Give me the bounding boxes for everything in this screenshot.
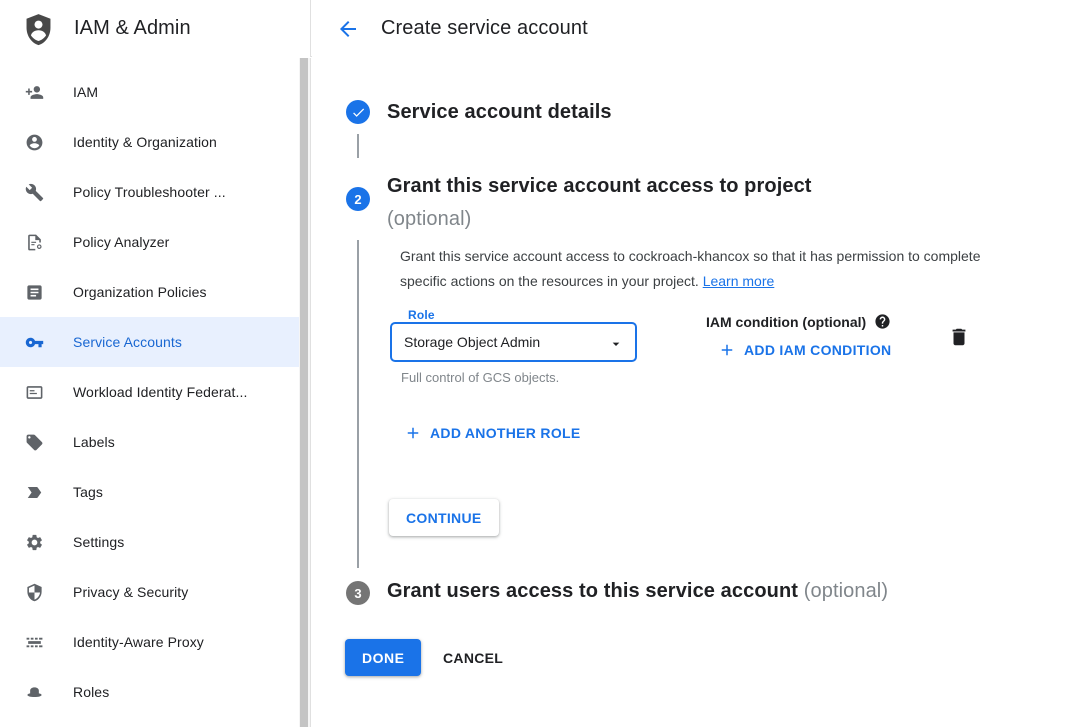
privacy-shield-icon bbox=[25, 583, 44, 602]
role-select[interactable]: Storage Object Admin bbox=[390, 322, 637, 362]
step3-title-text: Grant users access to this service accou… bbox=[387, 580, 798, 602]
sidebar-item-label: Organization Policies bbox=[73, 284, 207, 300]
step2-optional-label: (optional) bbox=[387, 203, 987, 236]
delete-role-button[interactable] bbox=[948, 326, 970, 348]
step-connector bbox=[357, 240, 359, 568]
product-title: IAM & Admin bbox=[74, 17, 191, 40]
iam-condition-label-row: IAM condition (optional) bbox=[706, 313, 891, 330]
person-add-icon bbox=[25, 83, 44, 102]
roles-hat-icon bbox=[25, 683, 44, 702]
proxy-icon bbox=[25, 633, 44, 652]
iam-condition-label: IAM condition (optional) bbox=[706, 314, 866, 330]
cancel-button[interactable]: CANCEL bbox=[427, 639, 519, 676]
label-icon bbox=[25, 433, 44, 452]
step-connector bbox=[357, 134, 359, 158]
workload-identity-card-icon bbox=[25, 383, 44, 402]
sidebar-item-iam[interactable]: IAM bbox=[0, 67, 299, 117]
plus-icon bbox=[404, 424, 422, 442]
sidebar-item-roles[interactable]: Roles bbox=[0, 667, 299, 717]
learn-more-link[interactable]: Learn more bbox=[703, 273, 775, 289]
sidebar-scrollbar[interactable] bbox=[299, 58, 310, 727]
sidebar-item-policy-troubleshooter[interactable]: Policy Troubleshooter ... bbox=[0, 167, 299, 217]
step2-description: Grant this service account access to coc… bbox=[400, 244, 982, 294]
service-account-key-icon bbox=[25, 333, 44, 352]
sidebar-item-label: Labels bbox=[73, 434, 115, 450]
sidebar-item-label: Workload Identity Federat... bbox=[73, 384, 248, 400]
sidebar-item-label: Settings bbox=[73, 534, 124, 550]
sidebar-nav-list: IAM Identity & Organization Policy Trouble… bbox=[0, 67, 299, 717]
role-select-value: Storage Object Admin bbox=[404, 334, 540, 350]
sidebar-item-policy-analyzer[interactable]: Policy Analyzer bbox=[0, 217, 299, 267]
add-another-role-button[interactable]: ADD ANOTHER ROLE bbox=[404, 424, 581, 442]
sidebar-item-service-accounts[interactable]: Service Accounts bbox=[0, 317, 299, 367]
step2-title: Grant this service account access to pro… bbox=[387, 170, 987, 236]
sidebar-item-privacy-security[interactable]: Privacy & Security bbox=[0, 567, 299, 617]
sidebar-item-workload-identity-federat[interactable]: Workload Identity Federat... bbox=[0, 367, 299, 417]
arrow-back-icon bbox=[336, 17, 360, 41]
sidebar-item-label: Roles bbox=[73, 684, 109, 700]
sidebar-item-label: Policy Analyzer bbox=[73, 234, 169, 250]
sidebar-scrollbar-thumb[interactable] bbox=[300, 58, 308, 727]
product-header: IAM & Admin bbox=[0, 0, 311, 57]
sidebar-item-tags[interactable]: Tags bbox=[0, 467, 299, 517]
continue-button[interactable]: CONTINUE bbox=[389, 499, 499, 536]
step3-number-indicator: 3 bbox=[346, 581, 370, 605]
sidebar-item-label: Identity-Aware Proxy bbox=[73, 634, 204, 650]
sidebar-item-label: IAM bbox=[73, 84, 98, 100]
trash-icon bbox=[948, 326, 970, 348]
sidebar-item-identity-aware-proxy[interactable]: Identity-Aware Proxy bbox=[0, 617, 299, 667]
sidebar-item-label: Privacy & Security bbox=[73, 584, 188, 600]
sidebar-item-label: Policy Troubleshooter ... bbox=[73, 184, 226, 200]
plus-icon bbox=[718, 341, 736, 359]
policy-analyzer-icon bbox=[25, 233, 44, 252]
step3-number: 3 bbox=[354, 586, 361, 601]
top-bar: IAM & Admin Create service account bbox=[0, 0, 1081, 57]
sidebar-item-identity-organization[interactable]: Identity & Organization bbox=[0, 117, 299, 167]
add-another-role-label: ADD ANOTHER ROLE bbox=[430, 425, 581, 441]
iam-shield-logo-icon bbox=[22, 10, 55, 48]
back-button[interactable] bbox=[336, 17, 360, 41]
wrench-icon bbox=[25, 183, 44, 202]
sidebar-item-settings[interactable]: Settings bbox=[0, 517, 299, 567]
sidebar-item-organization-policies[interactable]: Organization Policies bbox=[0, 267, 299, 317]
step1-complete-indicator bbox=[346, 100, 370, 124]
page-header: Create service account bbox=[312, 0, 1081, 57]
step3-optional-label: (optional) bbox=[804, 580, 888, 602]
step2-number: 2 bbox=[354, 192, 361, 207]
create-service-account-panel: Service account details 2 Grant this ser… bbox=[312, 58, 1081, 727]
sidebar-item-label: Identity & Organization bbox=[73, 134, 217, 150]
role-helper-text: Full control of GCS objects. bbox=[401, 370, 559, 385]
identity-person-icon bbox=[25, 133, 44, 152]
done-button[interactable]: DONE bbox=[345, 639, 421, 676]
help-icon[interactable] bbox=[874, 313, 891, 330]
step2-title-text: Grant this service account access to pro… bbox=[387, 175, 812, 197]
step1-title: Service account details bbox=[387, 101, 612, 124]
step2-description-text: Grant this service account access to coc… bbox=[400, 248, 981, 289]
dropdown-arrow-icon bbox=[608, 336, 624, 352]
step3-title: Grant users access to this service accou… bbox=[387, 580, 888, 603]
org-policies-doc-icon bbox=[25, 283, 44, 302]
sidebar: IAM Identity & Organization Policy Trouble… bbox=[0, 58, 311, 727]
add-iam-condition-button[interactable]: ADD IAM CONDITION bbox=[718, 341, 891, 359]
sidebar-item-label: Tags bbox=[73, 484, 103, 500]
tag-icon bbox=[25, 483, 44, 502]
gear-icon bbox=[25, 533, 44, 552]
add-iam-condition-label: ADD IAM CONDITION bbox=[744, 342, 891, 358]
step2-number-indicator: 2 bbox=[346, 187, 370, 211]
page-title: Create service account bbox=[381, 17, 588, 40]
check-icon bbox=[351, 105, 366, 120]
sidebar-item-labels[interactable]: Labels bbox=[0, 417, 299, 467]
role-field-label: Role bbox=[403, 308, 440, 322]
sidebar-item-label: Service Accounts bbox=[73, 334, 182, 350]
